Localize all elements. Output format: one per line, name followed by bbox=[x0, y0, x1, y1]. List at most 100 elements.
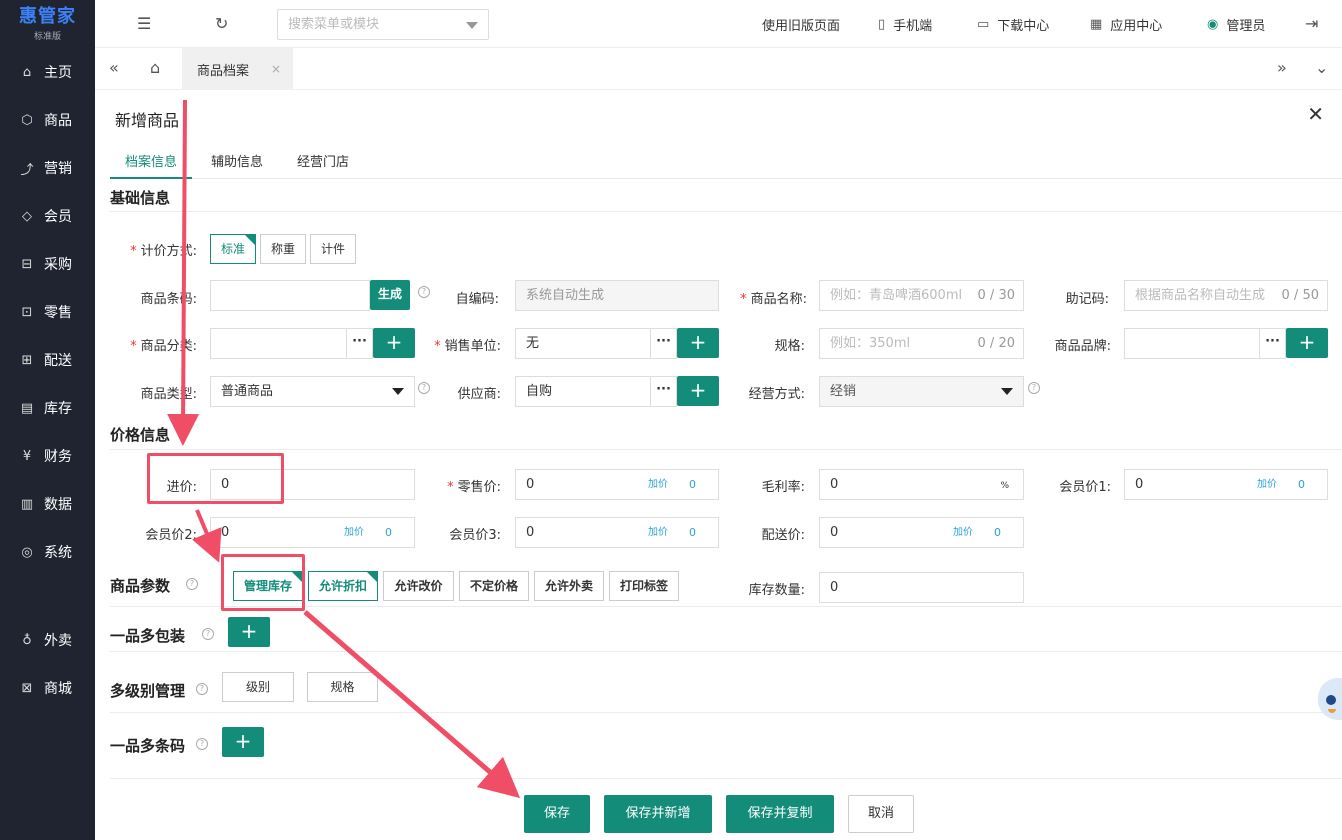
menu-search-select[interactable]: 搜索菜单或模块 bbox=[277, 9, 489, 40]
sidebar-item-8[interactable]: ¥ 财务 bbox=[0, 432, 95, 480]
form-tabs: 档案信息 辅助信息 经营门店 bbox=[110, 146, 1342, 179]
sidebar-item-3[interactable]: ◇ 会员 bbox=[0, 192, 95, 240]
member-price-1-input[interactable]: 0 加价 0 bbox=[1124, 469, 1328, 500]
tabs-dropdown-icon[interactable]: ⌄ bbox=[1315, 58, 1328, 77]
supplier-input[interactable]: 自购 ··· bbox=[515, 376, 677, 407]
monitor-icon: ▭ bbox=[977, 16, 990, 32]
sidebar-item-11[interactable]: ♁ 外卖 bbox=[0, 616, 95, 664]
sidebar-item-9[interactable]: ▥ 数据 bbox=[0, 480, 95, 528]
logout-icon[interactable]: ⇥ bbox=[1305, 14, 1318, 33]
sidebar-item-2[interactable]: ⤴ 营销 bbox=[0, 144, 95, 192]
add-barcode-button[interactable]: + bbox=[222, 727, 264, 757]
spec-label: 规格: bbox=[774, 339, 805, 354]
memo-code-input[interactable]: 根据商品名称自动生成 0 / 50 bbox=[1124, 280, 1328, 311]
category-input[interactable]: ··· bbox=[210, 328, 373, 359]
download-center-link[interactable]: ▭ 下载中心 bbox=[977, 0, 1049, 48]
help-icon[interactable]: ? bbox=[1028, 382, 1040, 394]
stock-qty-input[interactable]: 0 bbox=[819, 572, 1024, 603]
more-icon[interactable]: ··· bbox=[650, 329, 676, 358]
sidebar-item-4[interactable]: ⊟ 采购 bbox=[0, 240, 95, 288]
name-char-count: 0 / 30 bbox=[977, 288, 1015, 303]
tab-stores[interactable]: 经营门店 bbox=[297, 151, 349, 179]
member-price-1-label: 会员价1: bbox=[1059, 480, 1111, 495]
tabs-scroll-left-icon[interactable]: « bbox=[109, 58, 119, 77]
product-name-input[interactable]: 例如：青岛啤酒600ml 0 / 30 bbox=[819, 280, 1024, 311]
save-button[interactable]: 保存 bbox=[524, 795, 590, 833]
tab-aux-info[interactable]: 辅助信息 bbox=[211, 151, 263, 179]
sidebar-item-7[interactable]: ▤ 库存 bbox=[0, 384, 95, 432]
save-and-copy-button[interactable]: 保存并复制 bbox=[726, 795, 834, 833]
sidebar-item-1[interactable]: ⬡ 商品 bbox=[0, 96, 95, 144]
tabs-scroll-right-icon[interactable]: » bbox=[1277, 58, 1287, 77]
user-menu[interactable]: ◉ 管理员 bbox=[1207, 0, 1265, 48]
generate-barcode-button[interactable]: 生成 bbox=[370, 280, 410, 310]
close-icon[interactable]: ✕ bbox=[1307, 102, 1324, 126]
refresh-icon[interactable]: ↻ bbox=[215, 14, 228, 33]
allow-price-change-toggle[interactable]: 允许改价 bbox=[383, 571, 454, 601]
mobile-link[interactable]: ▯ 手机端 bbox=[878, 0, 932, 48]
sidebar-item-label: 财务 bbox=[44, 449, 72, 465]
member-price-3-input[interactable]: 0 加价 0 bbox=[515, 517, 719, 548]
help-icon[interactable]: ? bbox=[418, 382, 430, 394]
add-pack-button[interactable]: + bbox=[228, 617, 270, 647]
bar-chart-icon: ▥ bbox=[20, 496, 34, 512]
sidebar: 惠管家 标准版 ⌂ 主页 ⬡ 商品 ⤴ 营销 ◇ 会员 ⊟ 采购 ⊡ 零售 ⊞ 配送 ▤ 库存 ¥ 财务 ▥ 数据 ◎ 系… bbox=[0, 0, 95, 840]
add-category-button[interactable]: + bbox=[373, 328, 415, 358]
caret-down-icon bbox=[392, 388, 404, 395]
more-icon[interactable]: ··· bbox=[346, 329, 372, 358]
top-bar: ☰ ↻ 搜索菜单或模块 使用旧版页面 ▯ 手机端 ▭ 下载中心 ▦ 应用中心 ◉ 管理员… bbox=[95, 0, 1342, 48]
divider bbox=[110, 778, 1342, 779]
app-center-link[interactable]: ▦ 应用中心 bbox=[1090, 0, 1162, 48]
settings-icon: ◎ bbox=[21, 544, 33, 560]
box-icon: ⬡ bbox=[21, 112, 33, 128]
allow-takeout-toggle[interactable]: 允许外卖 bbox=[534, 571, 604, 601]
spec-button[interactable]: 规格 bbox=[307, 672, 378, 702]
sales-unit-input[interactable]: 无 ··· bbox=[515, 328, 677, 359]
save-and-new-button[interactable]: 保存并新增 bbox=[604, 795, 712, 833]
sidebar-item-10[interactable]: ◎ 系统 bbox=[0, 528, 95, 576]
tab-product-archive[interactable]: 商品档案 × bbox=[182, 48, 293, 90]
help-icon[interactable]: ? bbox=[202, 628, 214, 640]
product-type-select[interactable]: 普通商品 bbox=[210, 376, 415, 407]
pricing-mode-weight[interactable]: 称重 bbox=[260, 234, 306, 264]
print-label-toggle[interactable]: 打印标签 bbox=[609, 571, 679, 601]
level-button[interactable]: 级别 bbox=[222, 672, 294, 702]
help-icon[interactable]: ? bbox=[418, 286, 430, 298]
brand-input[interactable]: ··· bbox=[1124, 328, 1286, 359]
sidebar-item-label: 库存 bbox=[44, 401, 72, 417]
more-icon[interactable]: ··· bbox=[650, 377, 676, 406]
help-icon[interactable]: ? bbox=[186, 578, 198, 590]
add-supplier-button[interactable]: + bbox=[677, 376, 719, 406]
more-icon[interactable]: ··· bbox=[1259, 329, 1285, 358]
margin-input[interactable]: 0% bbox=[819, 469, 1024, 500]
collapse-menu-icon[interactable]: ☰ bbox=[137, 14, 151, 33]
sidebar-item-12[interactable]: ⊠ 商城 bbox=[0, 664, 95, 712]
logo-subtitle: 标准版 bbox=[33, 31, 61, 42]
sidebar-item-6[interactable]: ⊞ 配送 bbox=[0, 336, 95, 384]
sidebar-item-5[interactable]: ⊡ 零售 bbox=[0, 288, 95, 336]
member-price-2-input[interactable]: 0 加价 0 bbox=[210, 517, 415, 548]
help-icon[interactable]: ? bbox=[196, 683, 208, 695]
business-mode-select[interactable]: 经销 bbox=[819, 376, 1024, 407]
cancel-button[interactable]: 取消 bbox=[848, 795, 914, 833]
old-version-link[interactable]: 使用旧版页面 bbox=[762, 0, 840, 48]
multi-level-title: 多级别管理 bbox=[110, 682, 186, 700]
allow-discount-toggle[interactable]: 允许折扣 ✓ bbox=[308, 571, 378, 601]
close-tab-icon[interactable]: × bbox=[271, 62, 281, 76]
spec-input[interactable]: 例如：350ml 0 / 20 bbox=[819, 328, 1024, 359]
delivery-price-input[interactable]: 0 加价 0 bbox=[819, 517, 1024, 548]
home-tab-icon[interactable]: ⌂ bbox=[150, 58, 160, 77]
pricing-mode-standard[interactable]: 标准 ✓ bbox=[210, 234, 256, 264]
tab-archive-info[interactable]: 档案信息 bbox=[110, 151, 193, 179]
help-icon[interactable]: ? bbox=[196, 738, 208, 750]
barcode-input[interactable] bbox=[210, 280, 370, 311]
sidebar-item-0[interactable]: ⌂ 主页 bbox=[0, 48, 95, 96]
add-unit-button[interactable]: + bbox=[677, 328, 719, 358]
phone-icon: ▯ bbox=[878, 16, 886, 32]
pricing-mode-piece[interactable]: 计件 bbox=[310, 234, 356, 264]
add-brand-button[interactable]: + bbox=[1286, 328, 1328, 358]
tab-label: 商品档案 bbox=[197, 63, 250, 79]
retail-price-input[interactable]: 0 加价 0 bbox=[515, 469, 719, 500]
variable-price-toggle[interactable]: 不定价格 bbox=[459, 571, 529, 601]
app-logo[interactable]: 惠管家 标准版 bbox=[0, 0, 95, 48]
